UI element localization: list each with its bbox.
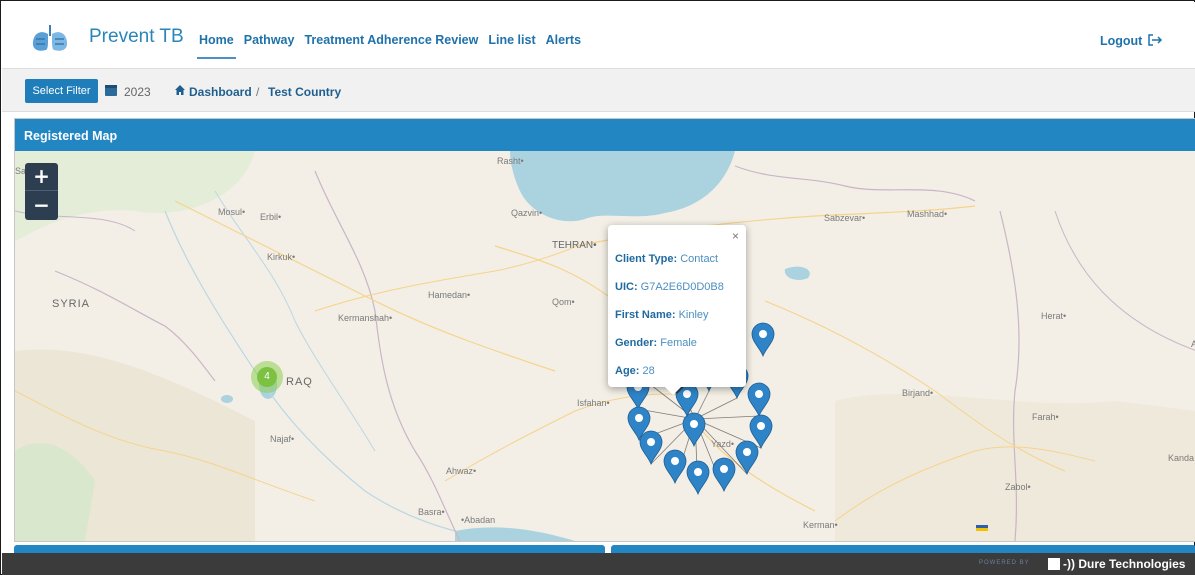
top-navbar: Prevent TB Home Pathway Treatment Adhere…	[2, 2, 1195, 68]
nav-alerts[interactable]: Alerts	[546, 33, 581, 47]
zoom-out-button[interactable]: −	[25, 192, 58, 220]
map-label-sabzevar: Sabzevar•	[824, 213, 866, 223]
map-marker[interactable]	[712, 457, 736, 493]
logout-link[interactable]: Logout	[1100, 34, 1142, 48]
app-frame: Prevent TB Home Pathway Treatment Adhere…	[0, 0, 1195, 575]
nav-home[interactable]: Home	[197, 33, 236, 59]
nav-pathway[interactable]: Pathway	[244, 33, 295, 47]
map-label-edge-a: A	[1191, 339, 1195, 349]
registered-map-panel: Registered Map Rasht• Sa Mosul• Erbil• Q…	[14, 118, 1195, 542]
lower-panel-left-header	[14, 545, 605, 553]
map-label-iraq: RAQ	[286, 376, 313, 388]
breadcrumb-dashboard[interactable]: Dashboard	[189, 85, 252, 99]
map-label-kanda: Kanda	[1168, 453, 1195, 463]
map-label-syria: SYRIA	[52, 298, 91, 310]
map-label-ahwaz: Ahwaz•	[446, 466, 477, 476]
map-label-najaf: Najaf•	[270, 434, 295, 444]
map-marker[interactable]	[751, 322, 775, 358]
moon-icon[interactable]	[1185, 33, 1195, 47]
map-marker[interactable]	[663, 449, 687, 485]
lower-panels	[14, 545, 1195, 553]
map-label-farah: Farah•	[1032, 412, 1059, 422]
popup-age: Age: 28	[615, 365, 655, 377]
breadcrumb-country: Test Country	[268, 85, 342, 99]
lower-panel-right-header	[611, 545, 1195, 553]
map-label-kerman: Kerman•	[803, 520, 838, 530]
cluster-count: 4	[257, 367, 277, 387]
popup-close-button[interactable]: ×	[732, 229, 739, 243]
popup-uic: UIC: G7A2E6D0D0B8	[615, 281, 724, 293]
map-label-mosul: Mosul•	[218, 207, 246, 217]
year-label: 2023	[124, 85, 151, 99]
map-marker[interactable]	[747, 382, 771, 418]
nav-treatment-adherence-review[interactable]: Treatment Adherence Review	[304, 33, 478, 47]
map-label-basra: Basra•	[418, 507, 445, 517]
map-label-qom: Qom•	[552, 297, 575, 307]
map-label-herat: Herat•	[1041, 311, 1067, 321]
map-marker[interactable]	[735, 440, 759, 476]
lungs-logo-icon[interactable]	[29, 22, 71, 54]
nav-line-list[interactable]: Line list	[488, 33, 535, 47]
home-icon	[175, 85, 185, 95]
map-label-birjand: Birjand•	[902, 388, 934, 398]
marker-popup: × Client Type: Contact UIC: G7A2E6D0D0B8…	[608, 225, 746, 395]
dure-logo-icon	[1048, 558, 1060, 570]
breadcrumb-separator: /	[256, 85, 260, 99]
map-marker[interactable]	[686, 460, 710, 496]
main-nav: Home Pathway Treatment Adherence Review …	[197, 33, 591, 59]
map-label-kermanshah: Kermanshah•	[338, 313, 393, 323]
select-filter-button[interactable]: Select Filter	[25, 79, 98, 103]
panel-header: Registered Map	[15, 119, 1195, 151]
popup-first-name: First Name: Kinley	[615, 309, 709, 321]
company-name[interactable]: -)) Dure Technologies	[1063, 557, 1185, 571]
map-label-mashhad: Mashhad•	[907, 209, 948, 219]
map-label-erbil: Erbil•	[260, 212, 282, 222]
map-marker[interactable]	[639, 430, 663, 466]
filter-bar: Select Filter 2023 Dashboard / Test Coun…	[2, 68, 1195, 112]
map-label-abadan: •Abadan	[461, 515, 496, 525]
zoom-control: + −	[25, 163, 58, 220]
map-label-rasht: Rasht•	[497, 156, 524, 166]
footer: POWERED BY -)) Dure Technologies	[2, 553, 1195, 575]
map-marker[interactable]	[682, 412, 706, 448]
calendar-icon	[105, 85, 117, 96]
brand-title[interactable]: Prevent TB	[89, 26, 184, 48]
zoom-in-button[interactable]: +	[25, 163, 58, 191]
map-canvas[interactable]: Rasht• Sa Mosul• Erbil• Qazvin• Sabzevar…	[15, 151, 1195, 541]
map-label-tehran: TEHRAN•	[552, 240, 597, 251]
powered-by-label: POWERED BY	[979, 560, 1030, 566]
map-label-kirkuk: Kirkuk•	[267, 252, 296, 262]
flag-icon	[976, 525, 988, 531]
map-label-zabol: Zabol•	[1005, 482, 1031, 492]
logout-icon[interactable]	[1147, 33, 1163, 47]
popup-gender: Gender: Female	[615, 337, 697, 349]
map-label-yazd: Yazd•	[711, 439, 734, 449]
panel-title: Registered Map	[24, 129, 118, 143]
map-label-qazvin: Qazvin•	[511, 208, 543, 218]
marker-cluster[interactable]: 4	[251, 361, 283, 393]
popup-client-type: Client Type: Contact	[615, 253, 719, 265]
map-label-isfahan: Isfahan•	[577, 398, 610, 408]
map-label-hamedan: Hamedan•	[428, 290, 471, 300]
